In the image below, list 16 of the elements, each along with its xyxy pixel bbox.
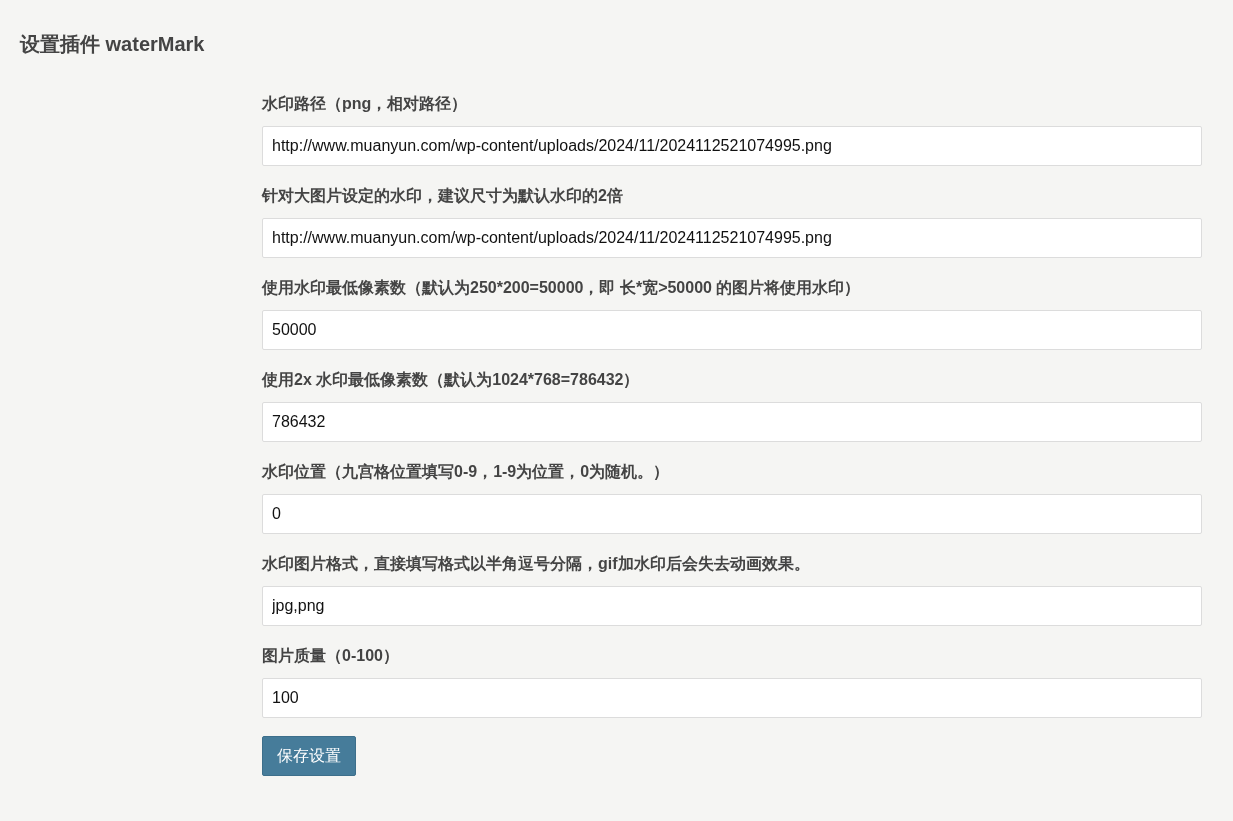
field-label: 水印位置（九宫格位置填写0-9，1-9为位置，0为随机。） — [262, 462, 671, 482]
field-label: 使用2x 水印最低像素数（默认为1024*768=786432） — [262, 370, 641, 390]
field-label: 针对大图片设定的水印，建议尺寸为默认水印的2倍 — [262, 186, 624, 206]
field-label: 水印图片格式，直接填写格式以半角逗号分隔，gif加水印后会失去动画效果。 — [262, 554, 811, 574]
field-label: 使用水印最低像素数（默认为250*200=50000，即 长*宽>50000 的图片将使用水印） — [262, 278, 862, 298]
input-field[interactable]: http://www.muanyun.com/wp-content/uploads/2024/11/2024112521074995.png — [262, 126, 1202, 166]
field-label: 水印路径（png，相对路径） — [262, 94, 469, 114]
input-field[interactable]: 786432 — [262, 402, 1202, 442]
input-field[interactable]: http://www.muanyun.com/wp-content/uploads/2024/11/2024112521074995.png — [262, 218, 1202, 258]
input-field[interactable]: jpg,png — [262, 586, 1202, 626]
input-field[interactable]: 100 — [262, 678, 1202, 718]
save-button[interactable]: 保存设置 — [262, 736, 356, 776]
page-title: 设置插件 waterMark — [20, 32, 206, 57]
field-label: 图片质量（0-100） — [262, 646, 400, 666]
input-field[interactable]: 50000 — [262, 310, 1202, 350]
input-field[interactable]: 0 — [262, 494, 1202, 534]
